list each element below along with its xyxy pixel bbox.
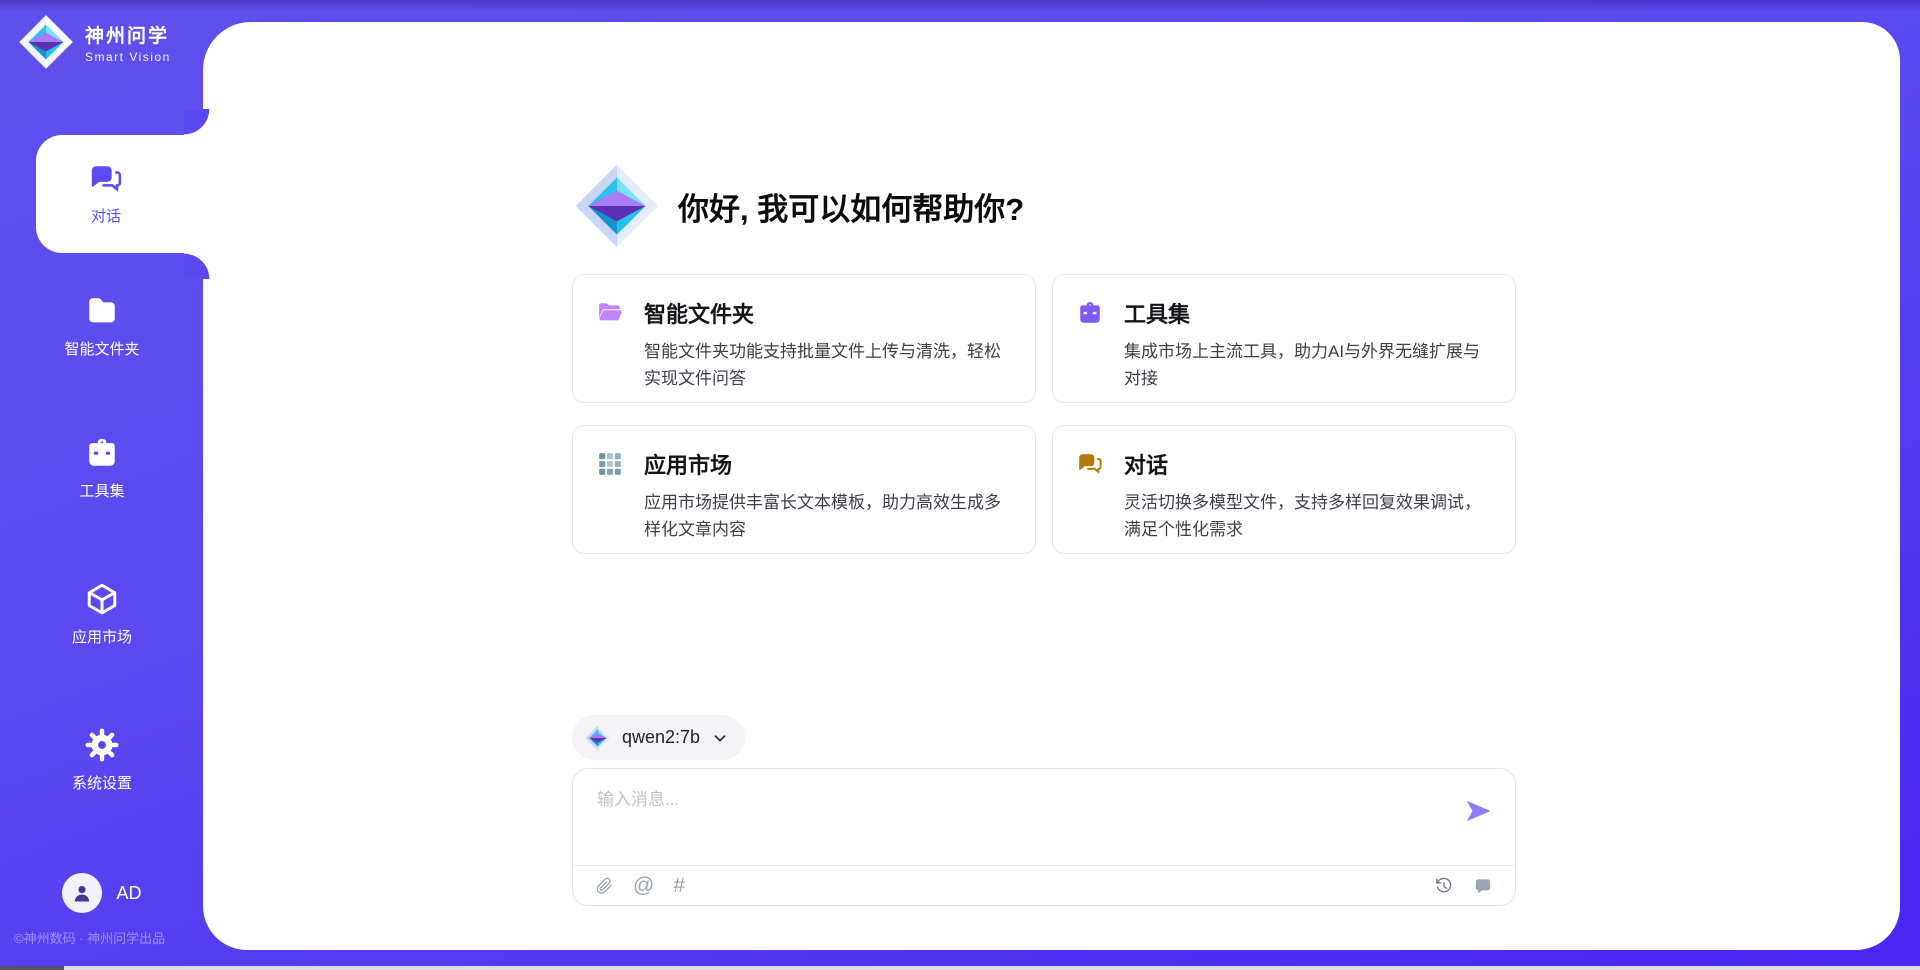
sidebar-item-smart-folder[interactable]: 智能文件夹 — [0, 278, 204, 374]
brand-name: 神州问学 — [85, 21, 171, 48]
chat-icon — [89, 162, 123, 196]
model-selector[interactable]: qwen2:7b — [572, 715, 745, 760]
chat-icon — [1077, 451, 1103, 477]
composer-toolbar: @ # — [573, 865, 1515, 905]
card-title: 应用市场 — [644, 448, 732, 480]
card-description: 应用市场提供丰富长文本模板，助力高效生成多样化文章内容 — [644, 489, 1011, 543]
message-input[interactable] — [597, 785, 1447, 855]
gear-icon — [85, 728, 119, 762]
card-description: 智能文件夹功能支持批量文件上传与清洗，轻松实现文件问答 — [644, 338, 1011, 392]
folder-open-icon — [597, 300, 623, 326]
brand-text: 神州问学 Smart Vision — [85, 21, 171, 64]
toolbox-icon — [85, 436, 119, 470]
screen-bottom-edge — [0, 966, 1920, 970]
cube-icon — [85, 582, 119, 616]
sidebar-item-label: 对话 — [91, 205, 121, 226]
attach-button[interactable] — [595, 876, 614, 895]
person-icon — [70, 881, 94, 905]
hash-button[interactable]: # — [673, 875, 685, 896]
hero-diamond-icon — [574, 163, 660, 249]
card-toolset[interactable]: 工具集 集成市场上主流工具，助力AI与外界无缝扩展与对接 — [1052, 274, 1516, 403]
avatar — [62, 873, 102, 913]
copyright-text: ©神州数码 · 神州问学出品 — [14, 928, 214, 947]
card-header: 应用市场 — [597, 448, 1011, 480]
brand-diamond-icon — [18, 14, 74, 70]
sidebar-item-label: 智能文件夹 — [64, 338, 139, 359]
toolbox-icon — [1077, 300, 1103, 326]
top-shade — [0, 0, 1920, 12]
sidebar-item-app-market[interactable]: 应用市场 — [0, 566, 204, 662]
chevron-down-icon — [711, 729, 729, 747]
send-icon — [1463, 796, 1493, 826]
paperclip-icon — [595, 876, 614, 895]
card-header: 对话 — [1077, 448, 1491, 480]
sidebar-item-label: 系统设置 — [72, 772, 132, 793]
mention-button[interactable]: @ — [633, 875, 654, 896]
chat-bubble-icon — [1473, 876, 1493, 896]
card-smart-folder[interactable]: 智能文件夹 智能文件夹功能支持批量文件上传与清洗，轻松实现文件问答 — [572, 274, 1036, 403]
mention-icon: @ — [633, 875, 654, 896]
card-description: 集成市场上主流工具，助力AI与外界无缝扩展与对接 — [1124, 338, 1491, 392]
card-header: 工具集 — [1077, 297, 1491, 329]
brand-subtitle: Smart Vision — [85, 50, 171, 64]
history-button[interactable] — [1434, 876, 1454, 896]
brand-logo: 神州问学 Smart Vision — [18, 14, 171, 70]
card-title: 工具集 — [1124, 297, 1190, 329]
user-initials: AD — [116, 883, 141, 904]
model-name: qwen2:7b — [622, 727, 700, 748]
sidebar-item-toolset[interactable]: 工具集 — [0, 420, 204, 516]
card-title: 智能文件夹 — [644, 297, 754, 329]
card-app-market[interactable]: 应用市场 应用市场提供丰富长文本模板，助力高效生成多样化文章内容 — [572, 425, 1036, 554]
message-composer: @ # — [572, 768, 1516, 906]
history-icon — [1434, 876, 1454, 896]
hash-icon: # — [673, 875, 685, 896]
model-diamond-icon — [585, 725, 611, 751]
sidebar-item-label: 应用市场 — [72, 626, 132, 647]
grid-icon — [597, 451, 623, 477]
card-title: 对话 — [1124, 448, 1168, 480]
folder-icon — [85, 294, 119, 328]
greeting-text: 你好, 我可以如何帮助你? — [678, 184, 1024, 229]
send-button[interactable] — [1463, 796, 1493, 826]
feedback-button[interactable] — [1473, 876, 1493, 896]
sidebar-item-settings[interactable]: 系统设置 — [0, 712, 204, 808]
card-chat[interactable]: 对话 灵活切换多模型文件，支持多样回复效果调试，满足个性化需求 — [1052, 425, 1516, 554]
feature-cards: 智能文件夹 智能文件夹功能支持批量文件上传与清洗，轻松实现文件问答 工具集 集成… — [572, 274, 1516, 554]
sidebar-item-chat[interactable]: 对话 — [36, 135, 210, 253]
greeting-block: 你好, 我可以如何帮助你? — [574, 162, 1024, 250]
user-menu[interactable]: AD — [0, 870, 204, 916]
card-description: 灵活切换多模型文件，支持多样回复效果调试，满足个性化需求 — [1124, 489, 1491, 543]
card-header: 智能文件夹 — [597, 297, 1011, 329]
sidebar-item-label: 工具集 — [79, 480, 124, 501]
